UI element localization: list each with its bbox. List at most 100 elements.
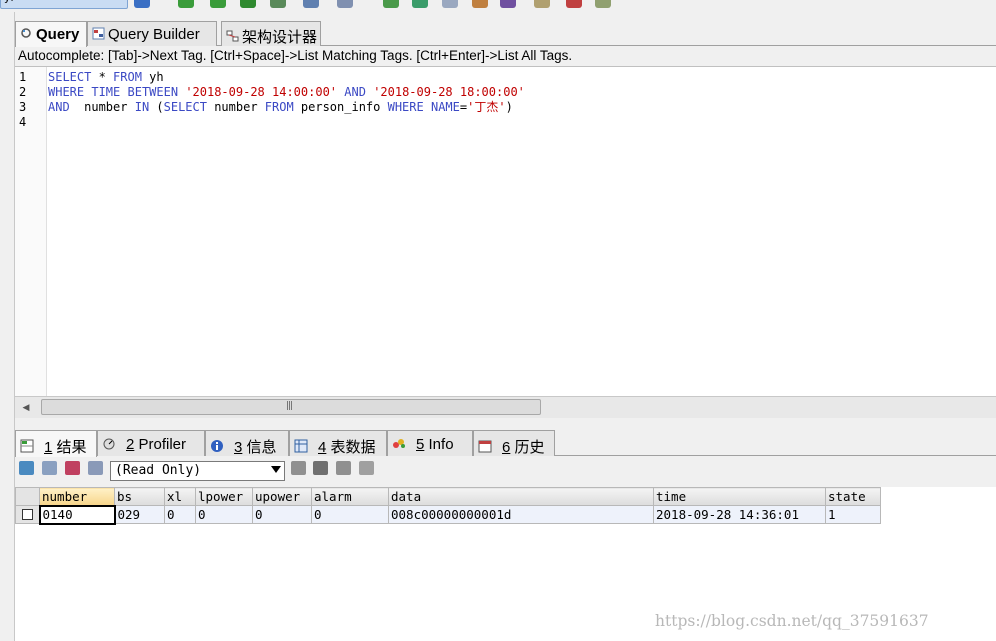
column-header-upower[interactable]: upower [252, 487, 312, 506]
tab-info[interactable]: 5 Info [387, 430, 473, 456]
tab-history[interactable]: 6 历史 [473, 430, 555, 456]
row-checkbox[interactable] [15, 505, 40, 524]
delete-row-icon[interactable] [65, 461, 80, 475]
code-text: ( [149, 100, 164, 114]
keyword: WHERE [48, 85, 85, 99]
results-table: number bs xl lpower upower alarm data ti… [15, 487, 881, 525]
history-icon [478, 439, 492, 453]
run-icon[interactable] [178, 0, 194, 8]
document-icon[interactable] [442, 0, 458, 8]
users-icon[interactable] [500, 0, 516, 8]
code-text: number [69, 100, 135, 114]
tab-messages[interactable]: 3 信息 [205, 430, 289, 456]
copy-grid-icon[interactable] [313, 461, 328, 475]
tab-query-builder[interactable]: Query Builder [87, 21, 217, 46]
run-selected-icon[interactable] [210, 0, 226, 8]
column-header-state[interactable]: state [825, 487, 881, 506]
export-icon[interactable] [270, 0, 286, 8]
tab-query[interactable]: Query [15, 21, 87, 47]
cell-upower[interactable]: 0 [252, 505, 312, 524]
column-header-time[interactable]: time [653, 487, 826, 506]
column-header-bs[interactable]: bs [114, 487, 165, 506]
string-literal: '丁杰' [467, 100, 506, 114]
checkbox-icon[interactable] [21, 509, 33, 520]
line-number: 3 [19, 100, 27, 114]
code-text: person_info [293, 100, 388, 114]
refresh-icon[interactable] [134, 0, 150, 8]
column-header-lpower[interactable]: lpower [195, 487, 253, 506]
line-numbers: 1 2 3 4 [15, 67, 47, 397]
column-header-number[interactable]: number [39, 487, 115, 506]
tools-icon[interactable] [383, 0, 399, 8]
cell-xl[interactable]: 0 [164, 505, 196, 524]
code-line-3: AND number IN (SELECT number FROM person… [48, 100, 996, 115]
database-select[interactable]: yl [0, 0, 128, 9]
tab-schema-designer[interactable]: 架构设计器 [221, 21, 321, 46]
query-icon [20, 27, 33, 40]
add-row-icon[interactable] [19, 461, 34, 475]
sql-editor[interactable]: 1 2 3 4 SELECT * FROM yh WHERE TIME BETWE… [15, 66, 996, 397]
line-number: 2 [19, 85, 27, 99]
cell-bs[interactable]: 029 [114, 505, 165, 524]
grip-icon: ||| [286, 401, 293, 411]
tab-table-data[interactable]: 4 表数据 [289, 430, 387, 456]
cell-state[interactable]: 1 [825, 505, 881, 524]
cell-number[interactable]: 0140 [38, 504, 116, 525]
edit-mode-value: (Read Only) [115, 463, 202, 478]
cell-data[interactable]: 008c00000000001d [388, 505, 654, 524]
keyword: IN [134, 100, 150, 114]
keyword: SELECT [163, 100, 207, 114]
scroll-left-arrow-icon[interactable]: ◀ [19, 401, 33, 415]
editor-horizontal-scrollbar[interactable]: ◀ ||| [15, 396, 996, 418]
cell-time[interactable]: 2018-09-28 14:36:01 [653, 505, 826, 524]
tab-profiler[interactable]: 2 Profiler [97, 430, 205, 456]
column-header-xl[interactable]: xl [164, 487, 196, 506]
table-row[interactable]: 0140 029 0 0 0 0 008c00000000001d 2018-0… [15, 504, 881, 525]
tab-results[interactable]: 1 结果 [15, 430, 97, 457]
autocomplete-hint: Autocomplete: [Tab]->Next Tag. [Ctrl+Spa… [15, 47, 996, 65]
print-grid-icon[interactable] [336, 461, 351, 475]
export-grid-icon[interactable] [291, 461, 306, 475]
cancel-edit-icon[interactable] [88, 461, 103, 475]
keyword: FROM [113, 70, 142, 84]
code-area[interactable]: SELECT * FROM yh WHERE TIME BETWEEN '2018… [48, 67, 996, 397]
column-header-alarm[interactable]: alarm [311, 487, 389, 506]
keyword: FROM [264, 100, 294, 114]
keyword: TIME [91, 85, 121, 99]
save-row-icon[interactable] [42, 461, 57, 475]
filter-grid-icon[interactable] [359, 461, 374, 475]
tab-results-label: 结果 [52, 439, 87, 456]
query-tabs: Query Query Builder 架构设计器 [15, 20, 996, 47]
keyword: WHERE [387, 100, 424, 114]
settings-icon[interactable] [472, 0, 488, 8]
tab-table-data-label: 表数据 [326, 439, 376, 456]
info-icon [210, 439, 224, 453]
run-all-icon[interactable] [240, 0, 256, 8]
network-icon[interactable] [412, 0, 428, 8]
layout-icon[interactable] [595, 0, 611, 8]
chevron-down-icon[interactable] [271, 466, 281, 473]
watermark: https://blog.csdn.net/qq_37591637 [655, 612, 929, 630]
keyword: NAME [430, 100, 460, 114]
grid-icon[interactable] [303, 0, 319, 8]
key-icon[interactable] [534, 0, 550, 8]
report-icon[interactable] [566, 0, 582, 8]
left-panel-edge [0, 12, 15, 641]
schema-designer-icon [226, 30, 239, 43]
edit-mode-select[interactable]: (Read Only) [110, 461, 285, 481]
keyword: SELECT [48, 70, 92, 84]
column-header-data[interactable]: data [388, 487, 654, 506]
table-icon[interactable] [337, 0, 353, 8]
code-text: ) [505, 100, 513, 114]
result-toolbar: (Read Only) [15, 457, 996, 485]
line-number: 4 [19, 115, 27, 129]
string-literal: '2018-09-28 18:00:00' [373, 85, 525, 99]
tab-info-label: Info [424, 436, 454, 453]
keyword: AND [344, 85, 366, 99]
cell-lpower[interactable]: 0 [195, 505, 253, 524]
scrollbar-thumb[interactable]: ||| [41, 399, 541, 415]
cell-alarm[interactable]: 0 [311, 505, 389, 524]
corner-cell[interactable] [15, 487, 40, 506]
